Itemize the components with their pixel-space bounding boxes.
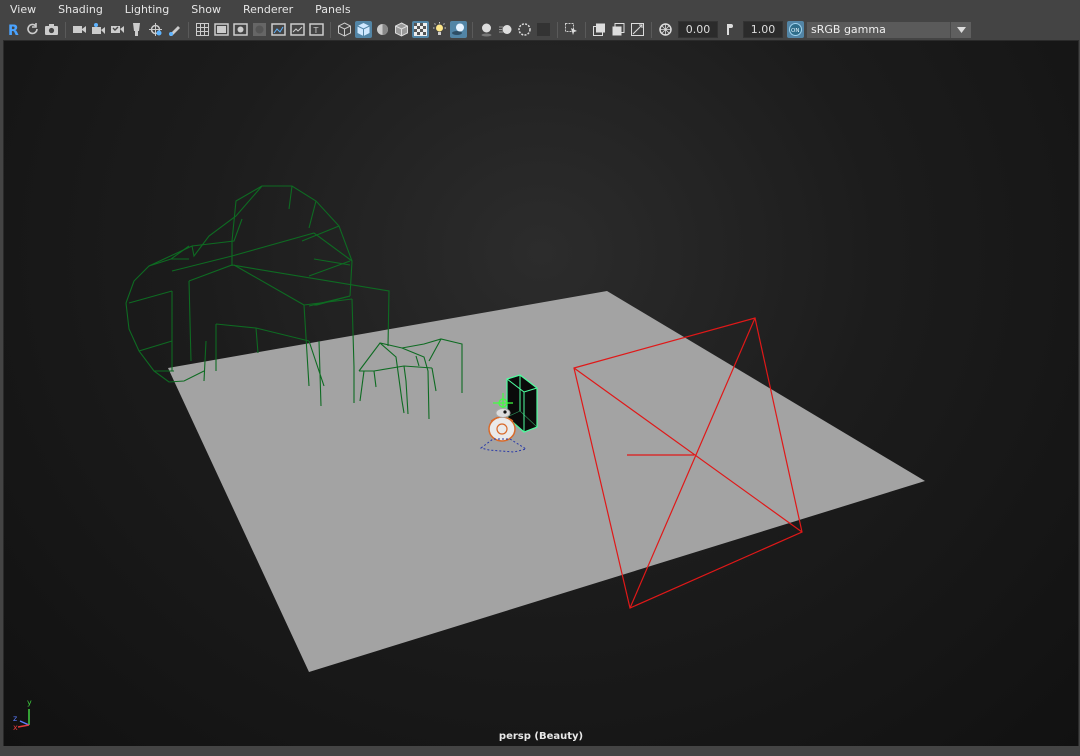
- toolbar-separator: [651, 21, 652, 38]
- menu-shading[interactable]: Shading: [47, 3, 114, 16]
- field-chart-icon[interactable]: [270, 21, 287, 38]
- color-space-dropdown[interactable]: sRGB gamma: [807, 21, 971, 38]
- safe-action-icon[interactable]: [289, 21, 306, 38]
- grease-pencil-icon[interactable]: [166, 21, 183, 38]
- camera-attributes-icon[interactable]: [90, 21, 107, 38]
- renderer-icon[interactable]: R: [5, 21, 22, 38]
- image-plane-icon[interactable]: [128, 21, 145, 38]
- snapshot-icon[interactable]: [43, 21, 60, 38]
- toolbar-separator: [472, 21, 473, 38]
- chevron-down-icon[interactable]: [950, 21, 971, 38]
- svg-text:R: R: [8, 23, 19, 37]
- screen-space-ao-icon[interactable]: [478, 21, 495, 38]
- menu-lighting[interactable]: Lighting: [114, 3, 180, 16]
- gamma-icon[interactable]: [722, 21, 739, 38]
- resolution-gate-icon[interactable]: [232, 21, 249, 38]
- svg-text:ON: ON: [791, 28, 799, 34]
- motion-blur-icon[interactable]: [497, 21, 514, 38]
- menu-bar: View Shading Lighting Show Renderer Pane…: [0, 0, 1080, 19]
- gamma-field[interactable]: 1.00: [743, 21, 783, 38]
- depth-of-field-icon[interactable]: [535, 21, 552, 38]
- toolbar-separator: [188, 21, 189, 38]
- menu-renderer[interactable]: Renderer: [232, 3, 304, 16]
- svg-text:T: T: [313, 26, 319, 35]
- 2d-pan-zoom-icon[interactable]: [147, 21, 164, 38]
- refresh-icon[interactable]: [24, 21, 41, 38]
- perspective-viewport[interactable]: y x z persp (Beauty): [3, 40, 1079, 748]
- safe-title-icon[interactable]: T: [308, 21, 325, 38]
- gate-mask-icon[interactable]: [251, 21, 268, 38]
- shadows-icon[interactable]: [450, 21, 467, 38]
- panel-bottom-border: [0, 746, 1080, 756]
- camera-name-label: persp (Beauty): [498, 731, 584, 742]
- menu-view[interactable]: View: [0, 3, 47, 16]
- ground-plane[interactable]: [168, 291, 925, 672]
- toolbar-separator: [585, 21, 586, 38]
- isolate-select-icon[interactable]: [563, 21, 580, 38]
- menu-panels[interactable]: Panels: [304, 3, 361, 16]
- color-space-value: sRGB gamma: [811, 23, 886, 36]
- axis-label-y: y: [27, 698, 32, 707]
- film-gate-icon[interactable]: [213, 21, 230, 38]
- toolbar-separator: [330, 21, 331, 38]
- axis-label-z: z: [13, 714, 18, 723]
- default-material-icon[interactable]: [374, 21, 391, 38]
- xray-icon[interactable]: [412, 21, 429, 38]
- exposure-icon[interactable]: [657, 21, 674, 38]
- toolbar-separator: [65, 21, 66, 38]
- bookmarks-icon[interactable]: [109, 21, 126, 38]
- backface-icon[interactable]: [629, 21, 646, 38]
- multisample-aa-icon[interactable]: [516, 21, 533, 38]
- xray-active-icon[interactable]: [610, 21, 627, 38]
- view-axis-indicator: y x z: [12, 697, 42, 732]
- menu-show[interactable]: Show: [180, 3, 232, 16]
- wireframe-on-shaded-icon[interactable]: [393, 21, 410, 38]
- grid-icon[interactable]: [194, 21, 211, 38]
- wireframe-icon[interactable]: [336, 21, 353, 38]
- panel-toolbar: R T 0.00 1.00 ON sRGB gamma: [0, 19, 1080, 40]
- use-all-lights-icon[interactable]: [431, 21, 448, 38]
- toolbar-separator: [557, 21, 558, 38]
- smooth-shade-icon[interactable]: [355, 21, 372, 38]
- xray-joints-icon[interactable]: [591, 21, 608, 38]
- color-management-icon[interactable]: ON: [787, 21, 804, 38]
- exposure-field[interactable]: 0.00: [678, 21, 718, 38]
- scene-view[interactable]: [4, 41, 1078, 747]
- select-camera-icon[interactable]: [71, 21, 88, 38]
